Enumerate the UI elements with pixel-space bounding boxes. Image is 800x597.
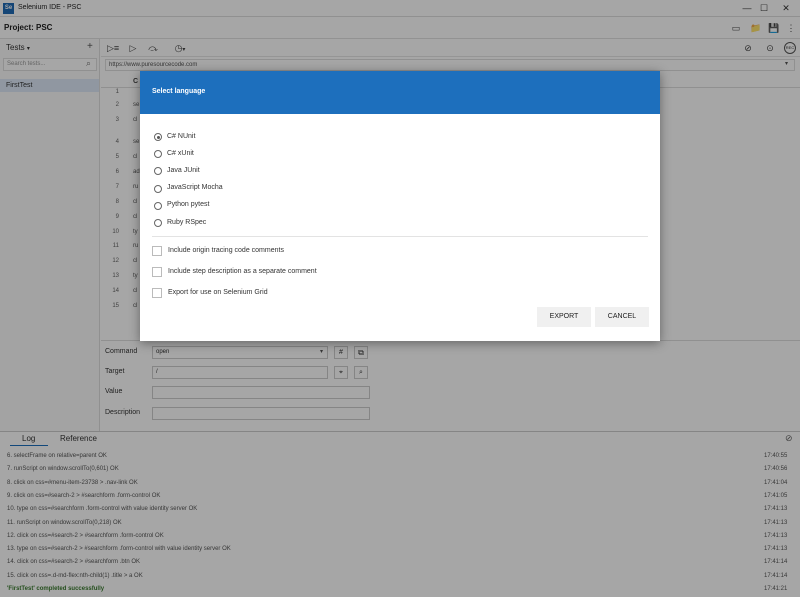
option-checkbox[interactable] bbox=[152, 288, 162, 298]
dialog-title: Select language bbox=[152, 88, 206, 95]
option-checkbox[interactable] bbox=[152, 267, 162, 277]
language-radio[interactable] bbox=[154, 201, 162, 210]
language-label[interactable]: Ruby RSpec bbox=[167, 219, 206, 226]
option-label[interactable]: Export for use on Selenium Grid bbox=[168, 289, 268, 296]
cancel-button[interactable]: CANCEL bbox=[595, 307, 649, 327]
language-radio[interactable] bbox=[154, 219, 162, 227]
language-label[interactable]: C# xUnit bbox=[167, 150, 194, 157]
dialog-divider bbox=[152, 236, 648, 237]
option-label[interactable]: Include origin tracing code comments bbox=[168, 247, 284, 254]
language-label[interactable]: C# NUnit bbox=[167, 133, 195, 140]
language-label[interactable]: JavaScript Mocha bbox=[167, 184, 223, 191]
option-label[interactable]: Include step description as a separate c… bbox=[168, 268, 317, 275]
language-radio[interactable] bbox=[154, 167, 162, 176]
language-radio[interactable] bbox=[154, 184, 162, 193]
language-radio[interactable] bbox=[154, 133, 162, 141]
option-checkbox[interactable] bbox=[152, 246, 162, 256]
language-label[interactable]: Java JUnit bbox=[167, 167, 200, 174]
select-language-dialog: Select language C# NUnit C# xUnit Java JUn… bbox=[140, 71, 660, 341]
dialog-header: Select language bbox=[140, 71, 660, 114]
language-label[interactable]: Python pytest bbox=[167, 201, 209, 208]
language-radio[interactable] bbox=[154, 150, 162, 159]
export-button[interactable]: EXPORT bbox=[537, 307, 591, 327]
